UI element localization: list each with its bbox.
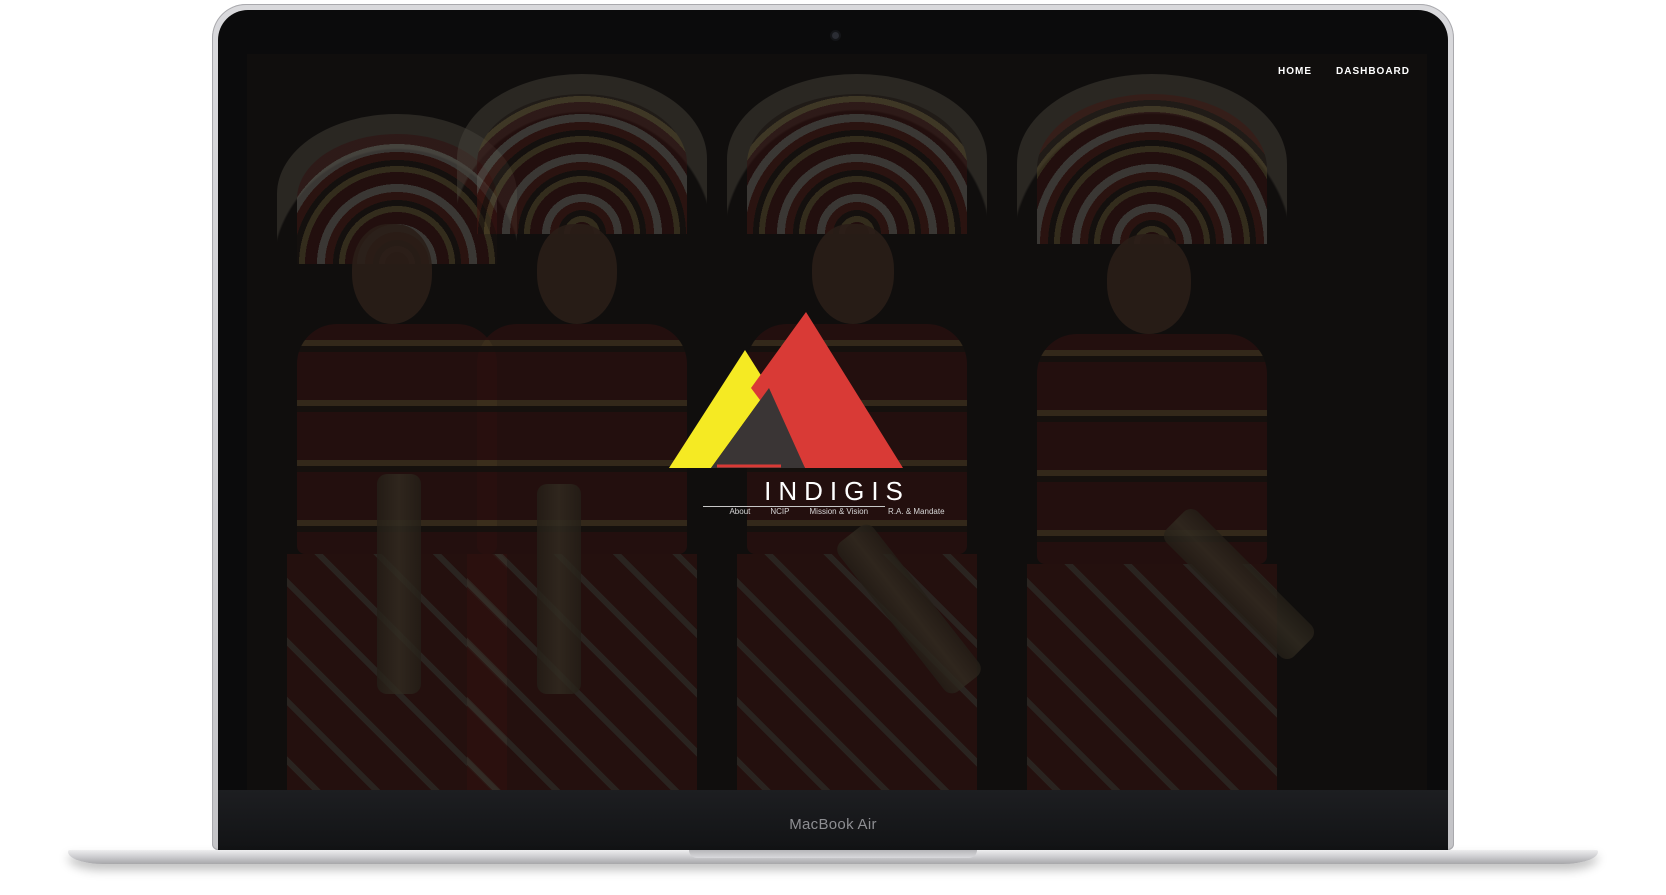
link-mission-vision[interactable]: Mission & Vision — [804, 507, 875, 516]
link-ncip[interactable]: NCIP — [764, 507, 795, 516]
laptop-hinge-notch — [689, 850, 977, 858]
indigis-logo-icon — [669, 312, 903, 468]
link-about[interactable]: About — [723, 507, 756, 516]
hero-links: About NCIP Mission & Vision R.A. & Manda… — [247, 507, 1427, 516]
top-nav: HOME DASHBOARD — [1278, 66, 1410, 77]
webcam-icon — [832, 32, 839, 39]
nav-home-link[interactable]: HOME — [1278, 66, 1312, 77]
link-ra-mandate[interactable]: R.A. & Mandate — [882, 507, 950, 516]
nav-dashboard-link[interactable]: DASHBOARD — [1336, 66, 1410, 77]
device-brand-label: MacBook Air — [789, 816, 877, 833]
website-screen: HOME DASHBOARD INDIGIS About NCIP Missio… — [247, 54, 1427, 790]
site-wordmark: INDIGIS — [764, 476, 910, 506]
